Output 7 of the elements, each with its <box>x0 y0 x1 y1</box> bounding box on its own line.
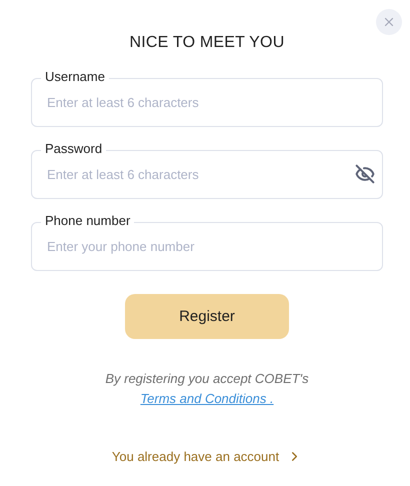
dialog-title: NICE TO MEET YOU <box>130 34 284 52</box>
eye-off-icon[interactable] <box>355 164 375 184</box>
close-icon <box>382 15 396 29</box>
login-link[interactable]: You already have an account <box>112 449 302 464</box>
terms-link[interactable]: Terms and Conditions . <box>140 391 274 406</box>
register-button[interactable]: Register <box>125 294 289 339</box>
terms-text: By registering you accept COBET's Terms and Conditions . <box>104 370 310 408</box>
